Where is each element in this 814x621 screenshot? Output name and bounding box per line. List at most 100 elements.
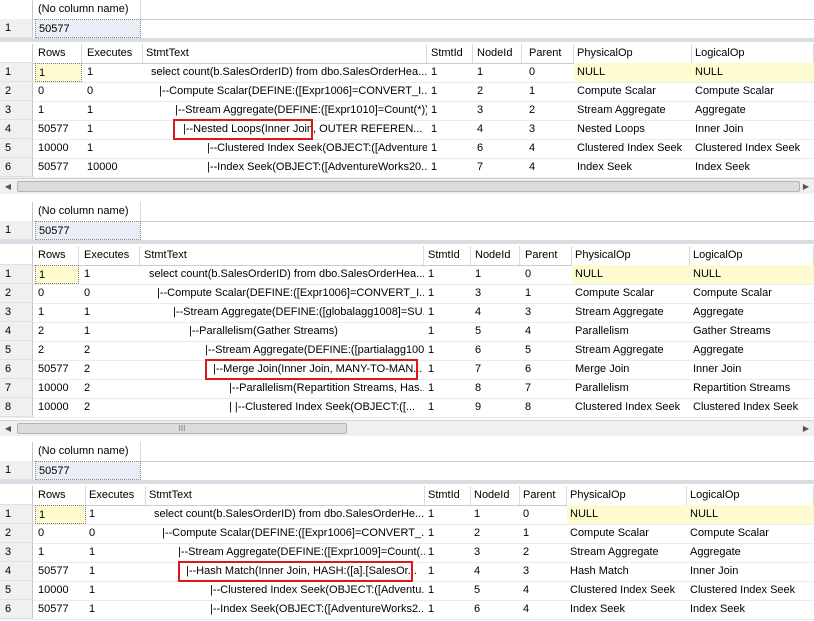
executes-cell[interactable]: 1 xyxy=(86,562,146,581)
physicalop-cell[interactable]: Index Seek xyxy=(574,158,692,177)
logicalop-cell[interactable]: Aggregate xyxy=(690,341,814,360)
row-number[interactable]: 5 xyxy=(0,581,33,600)
rows-cell[interactable]: 0 xyxy=(35,524,86,543)
column-header[interactable]: (No column name) xyxy=(35,0,141,19)
stmttext-cell[interactable]: |--Stream Aggregate(DEFINE:([globalagg10… xyxy=(141,303,424,322)
stmttext-cell[interactable]: |--Stream Aggregate(DEFINE:([Expr1010]=C… xyxy=(143,101,427,120)
stmtid-cell[interactable]: 1 xyxy=(425,360,471,379)
pane-splitter[interactable] xyxy=(0,240,814,244)
nodeid-cell[interactable]: 1 xyxy=(471,505,520,524)
row-number[interactable]: 5 xyxy=(0,341,33,360)
parent-cell[interactable]: 7 xyxy=(522,379,572,398)
stmtid-cell[interactable]: 1 xyxy=(428,101,473,120)
table-row[interactable]: 3 1 1 |--Stream Aggregate(DEFINE:([Expr1009… xyxy=(0,543,814,563)
stmttext-cell[interactable]: |--Compute Scalar(DEFINE:([Expr1006]=CON… xyxy=(141,284,424,303)
rows-cell[interactable]: 1 xyxy=(35,303,79,322)
left-arrow-icon[interactable]: ◀ xyxy=(0,179,16,194)
stmtid-column-header[interactable]: StmtId xyxy=(425,486,471,505)
physicalop-cell[interactable]: NULL xyxy=(574,63,692,82)
rows-cell[interactable]: 1 xyxy=(35,63,82,82)
table-row[interactable]: 2 0 0 |--Compute Scalar(DEFINE:([Expr1006]=… xyxy=(0,284,814,304)
parent-cell[interactable]: 4 xyxy=(520,600,567,619)
horizontal-scrollbar-2[interactable]: ◀ III ▶ xyxy=(0,420,814,436)
rows-column-header[interactable]: Rows xyxy=(35,246,79,265)
table-row[interactable]: 1 1 1 select count(b.SalesOrderID) from dbo… xyxy=(0,63,814,83)
executes-cell[interactable]: 0 xyxy=(86,524,146,543)
logicalop-column-header[interactable]: LogicalOp xyxy=(687,486,814,505)
stmttext-cell[interactable]: |--Nested Loops(Inner Join, OUTER REFERE… xyxy=(143,120,427,139)
logicalop-cell[interactable]: Index Seek xyxy=(692,158,814,177)
parent-cell[interactable]: 4 xyxy=(522,322,572,341)
stmttext-cell[interactable]: |--Merge Join(Inner Join, MANY-TO-MAN... xyxy=(141,360,424,379)
stmtid-cell[interactable]: 1 xyxy=(425,303,471,322)
rows-cell[interactable]: 10000 xyxy=(35,379,79,398)
table-row[interactable]: 3 1 1 |--Stream Aggregate(DEFINE:([Expr1010… xyxy=(0,101,814,121)
parent-cell[interactable]: 0 xyxy=(520,505,567,524)
parent-cell[interactable]: 8 xyxy=(522,398,572,417)
row-number[interactable]: 2 xyxy=(0,82,33,101)
nodeid-cell[interactable]: 9 xyxy=(472,398,520,417)
executes-cell[interactable]: 1 xyxy=(84,101,143,120)
logicalop-cell[interactable]: Compute Scalar xyxy=(687,524,814,543)
parent-cell[interactable]: 1 xyxy=(520,524,567,543)
physicalop-cell[interactable]: Hash Match xyxy=(567,562,687,581)
logicalop-cell[interactable]: Clustered Index Seek xyxy=(690,398,814,417)
executes-cell[interactable]: 2 xyxy=(81,379,140,398)
stmtid-column-header[interactable]: StmtId xyxy=(428,44,473,63)
executes-cell[interactable]: 1 xyxy=(86,505,146,524)
parent-cell[interactable]: 2 xyxy=(520,543,567,562)
stmttext-cell[interactable]: |--Stream Aggregate(DEFINE:([partialagg1… xyxy=(141,341,424,360)
table-row[interactable]: 8 10000 2 | |--Clustered Index Seek(OBJECT:… xyxy=(0,398,814,418)
nodeid-cell[interactable]: 7 xyxy=(474,158,522,177)
physicalop-column-header[interactable]: PhysicalOp xyxy=(567,486,687,505)
plan-grid-1[interactable]: Rows Executes StmtText StmtId NodeId Parent Ph… xyxy=(0,44,814,178)
rows-cell[interactable]: 50577 xyxy=(35,360,79,379)
logicalop-column-header[interactable]: LogicalOp xyxy=(692,44,814,63)
stmtid-cell[interactable]: 1 xyxy=(425,600,471,619)
row-number[interactable]: 4 xyxy=(0,120,33,139)
row-number[interactable]: 3 xyxy=(0,543,33,562)
rows-cell[interactable]: 50577 xyxy=(35,600,86,619)
parent-cell[interactable]: 6 xyxy=(522,360,572,379)
scroll-thumb[interactable]: III xyxy=(17,423,347,434)
stmttext-cell[interactable]: select count(b.SalesOrderID) from dbo.Sa… xyxy=(143,63,427,82)
stmtid-cell[interactable]: 1 xyxy=(425,524,471,543)
parent-cell[interactable]: 1 xyxy=(522,284,572,303)
table-row[interactable]: 2 0 0 |--Compute Scalar(DEFINE:([Expr1006]=… xyxy=(0,82,814,102)
table-row[interactable]: 4 2 1 |--Parallelism(Gather Streams) 1 5 4 Para… xyxy=(0,322,814,342)
executes-cell[interactable]: 1 xyxy=(86,600,146,619)
stmtid-cell[interactable]: 1 xyxy=(425,543,471,562)
physicalop-column-header[interactable]: PhysicalOp xyxy=(574,44,692,63)
nodeid-cell[interactable]: 1 xyxy=(474,63,522,82)
row-number[interactable]: 1 xyxy=(0,63,33,82)
parent-column-header[interactable]: Parent xyxy=(522,246,572,265)
table-row[interactable]: 7 10000 2 |--Parallelism(Repartition Stream… xyxy=(0,379,814,399)
rows-cell[interactable]: 10000 xyxy=(35,398,79,417)
rows-cell[interactable]: 10000 xyxy=(35,139,82,158)
nodeid-cell[interactable]: 1 xyxy=(472,265,520,284)
table-row[interactable]: 4 50577 1 |--Nested Loops(Inner Join, OUTER… xyxy=(0,120,814,140)
logicalop-cell[interactable]: NULL xyxy=(687,505,814,524)
logicalop-cell[interactable]: Inner Join xyxy=(690,360,814,379)
stmtid-cell[interactable]: 1 xyxy=(425,322,471,341)
stmttext-column-header[interactable]: StmtText xyxy=(141,246,424,265)
executes-cell[interactable]: 1 xyxy=(81,303,140,322)
logicalop-cell[interactable]: Clustered Index Seek xyxy=(687,581,814,600)
physicalop-cell[interactable]: Parallelism xyxy=(572,379,690,398)
table-row[interactable]: 5 10000 1 |--Clustered Index Seek(OBJECT:([… xyxy=(0,581,814,601)
physicalop-cell[interactable]: Compute Scalar xyxy=(572,284,690,303)
stmtid-cell[interactable]: 1 xyxy=(425,284,471,303)
nodeid-cell[interactable]: 6 xyxy=(472,341,520,360)
physicalop-cell[interactable]: Clustered Index Seek xyxy=(572,398,690,417)
table-row[interactable]: 5 10000 1 |--Clustered Index Seek(OBJECT:([… xyxy=(0,139,814,159)
table-row[interactable]: 6 50577 1 |--Index Seek(OBJECT:([AdventureW… xyxy=(0,600,814,620)
nodeid-cell[interactable]: 8 xyxy=(472,379,520,398)
stmtid-cell[interactable]: 1 xyxy=(425,562,471,581)
row-number[interactable]: 6 xyxy=(0,360,33,379)
parent-cell[interactable]: 4 xyxy=(526,158,574,177)
table-row[interactable]: 6 50577 2 |--Merge Join(Inner Join, MANY-TO… xyxy=(0,360,814,380)
rows-column-header[interactable]: Rows xyxy=(35,486,86,505)
nodeid-cell[interactable]: 6 xyxy=(474,139,522,158)
count-result-grid-3[interactable]: (No column name) 1 50577 xyxy=(0,442,814,480)
executes-cell[interactable]: 2 xyxy=(81,360,140,379)
